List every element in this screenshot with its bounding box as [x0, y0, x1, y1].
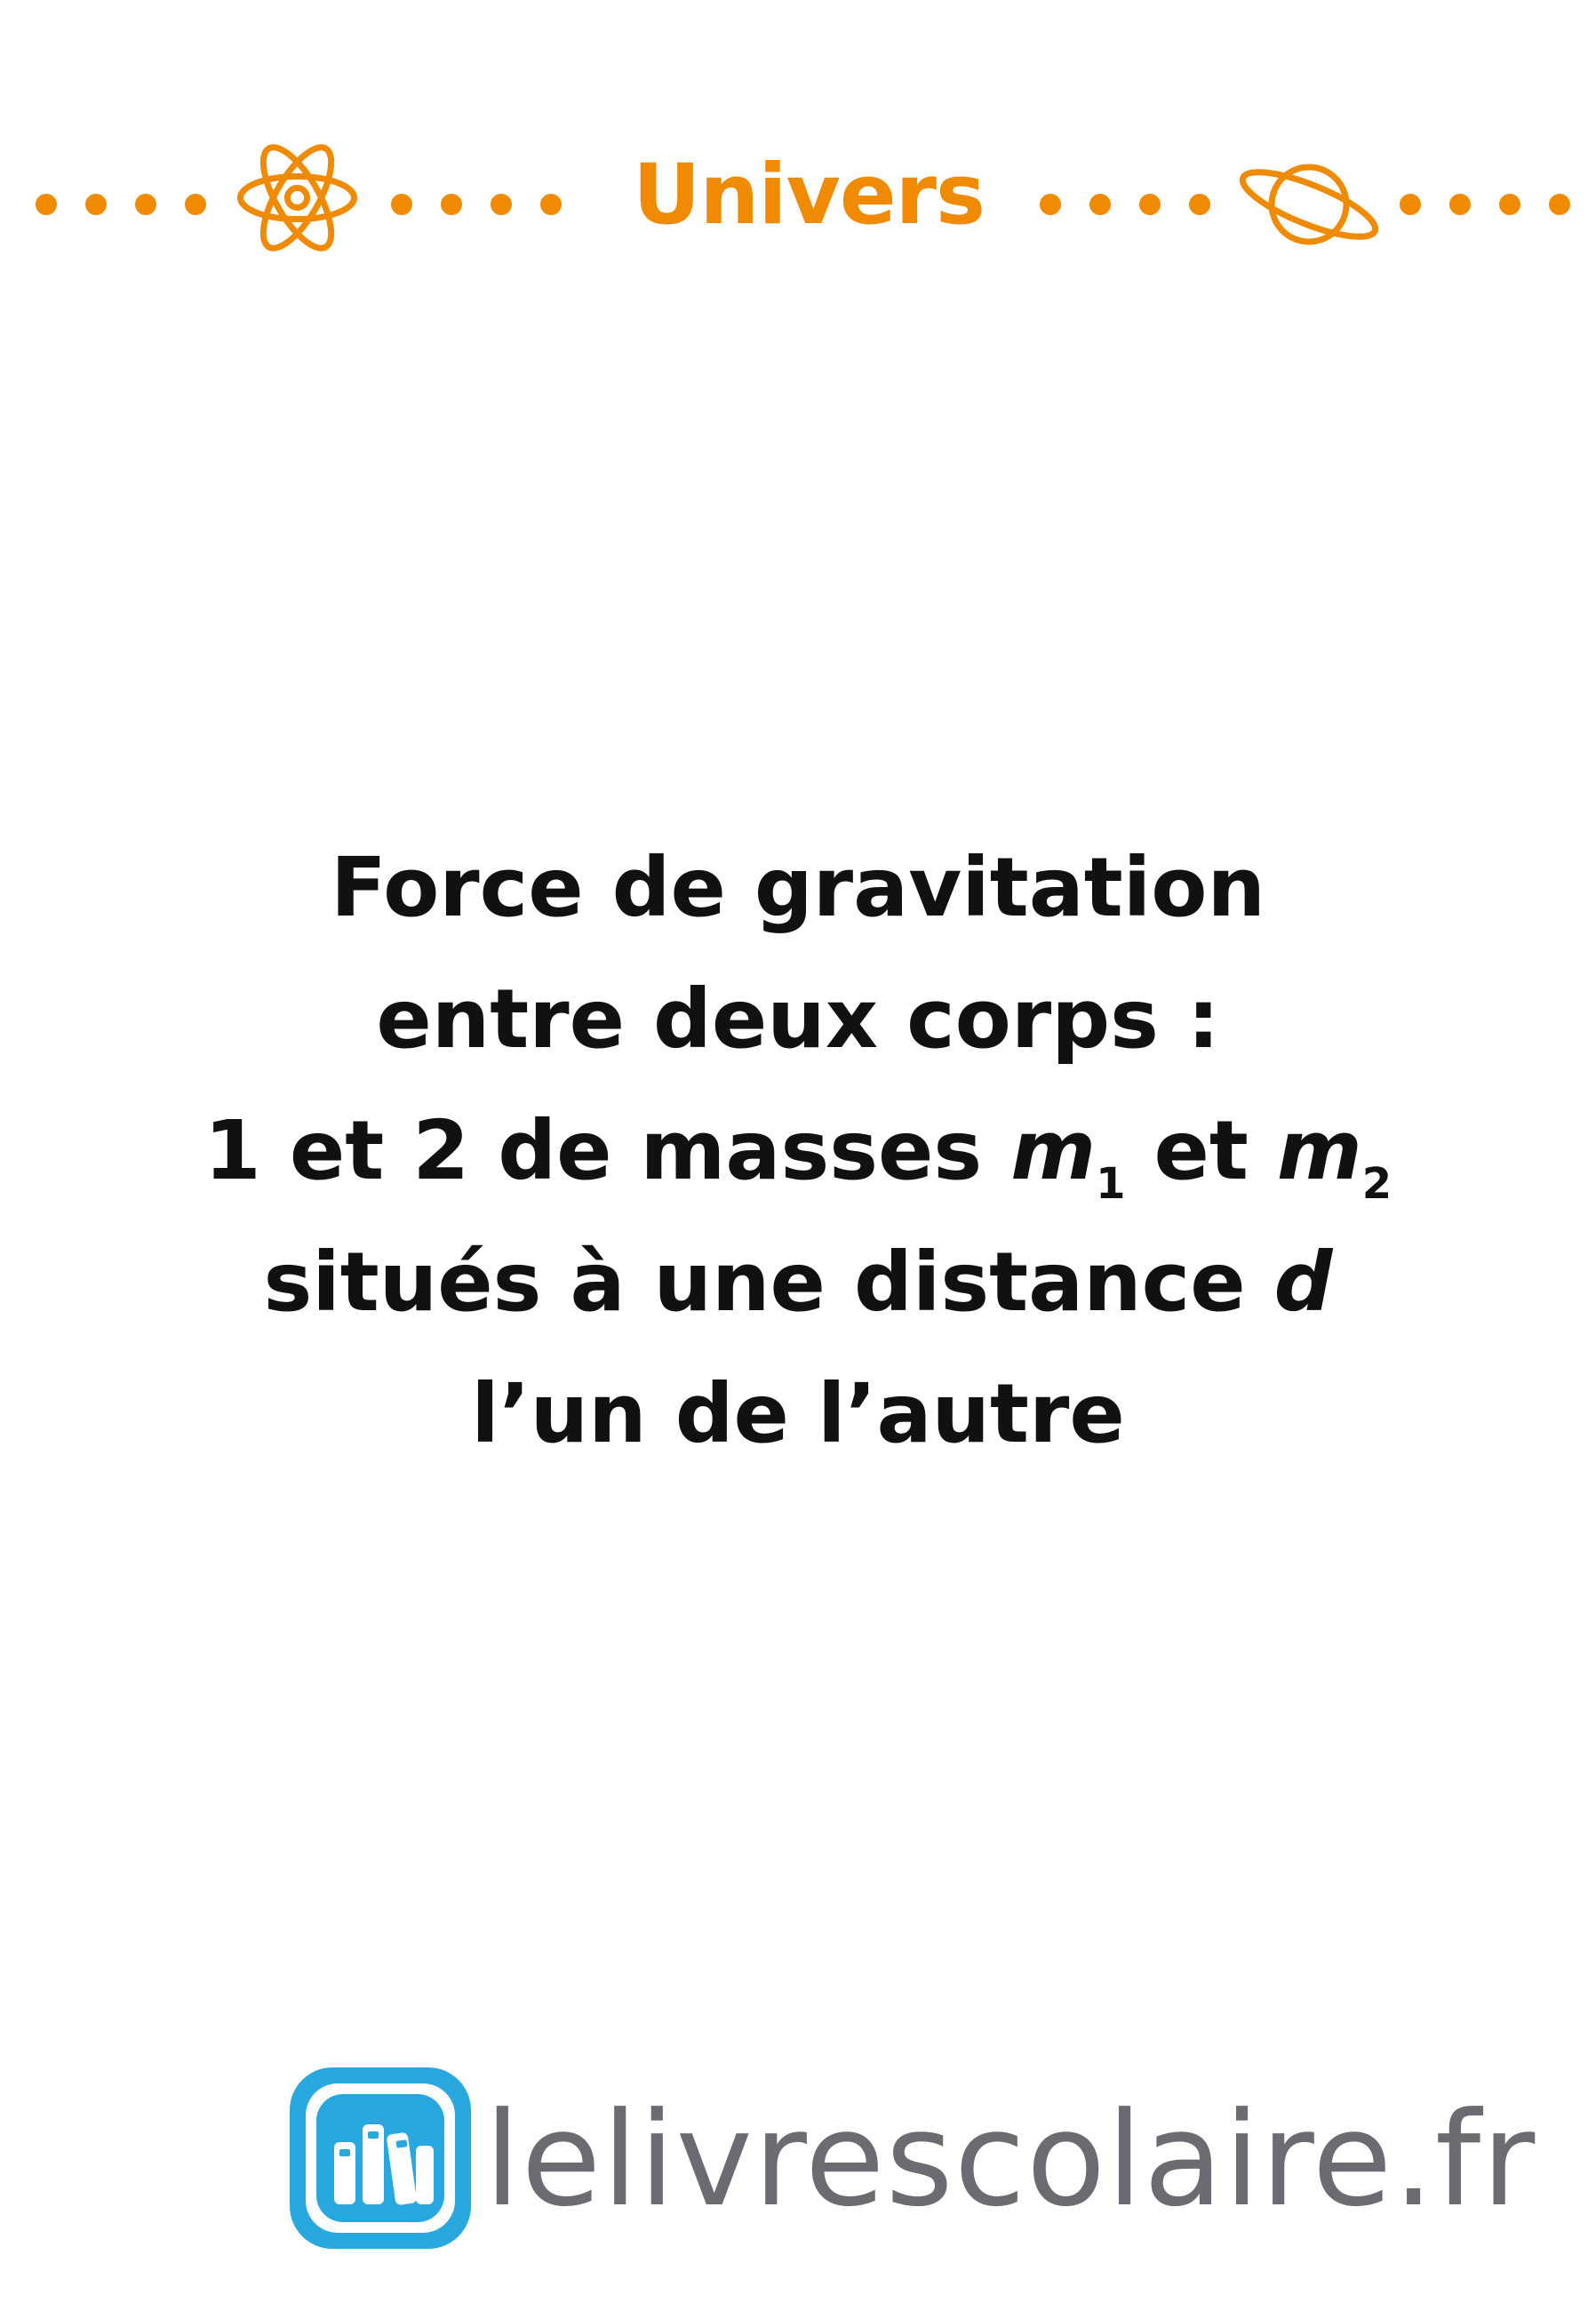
mass-variable-2: m — [1276, 1103, 1362, 1198]
statement-line-3: 1 et 2 de masses m1 et m2 — [0, 1085, 1596, 1217]
statement-text: et — [1125, 1103, 1277, 1198]
statement-text: 1 et 2 de masses — [203, 1103, 1011, 1198]
statement-line-2: entre deux corps : — [376, 972, 1220, 1067]
statement-line-5: l’un de l’autre — [471, 1366, 1125, 1461]
decorative-dots-right-1 — [1040, 194, 1239, 215]
card-header: Univers — [0, 0, 1596, 409]
statement-text: situés à une distance — [263, 1235, 1274, 1330]
decorative-dots-right-2 — [1400, 194, 1596, 215]
mass-variable-1: m — [1010, 1103, 1097, 1198]
mass-subscript-2: 2 — [1361, 1159, 1393, 1209]
books-logo-icon — [290, 2067, 471, 2249]
decorative-dots-left-2 — [391, 194, 590, 215]
category-title: Univers — [633, 147, 986, 244]
card-statement: Force de gravitation entre deux corps : … — [0, 822, 1596, 1480]
statement-line-1: Force de gravitation — [330, 840, 1266, 935]
decorative-dots-left-1 — [36, 194, 235, 215]
planet-icon — [1239, 164, 1379, 245]
brand-name: lelivrescolaire.fr — [484, 2084, 1536, 2235]
atom-icon — [237, 144, 357, 252]
statement-line-4: situés à une distance d — [0, 1217, 1596, 1348]
distance-variable: d — [1273, 1235, 1333, 1330]
mass-subscript-1: 1 — [1096, 1159, 1126, 1209]
